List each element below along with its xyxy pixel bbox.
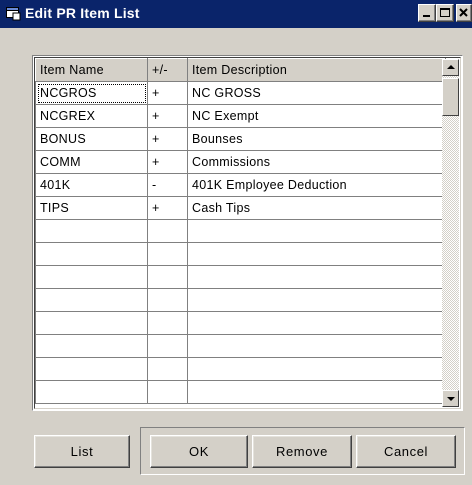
cell-item-description[interactable]: NC GROSS [187, 81, 446, 105]
cell-item-description[interactable]: Bounses [187, 127, 446, 151]
header-row: Item Name +/- Item Description [35, 58, 446, 82]
table-row[interactable]: COMM + Commissions [35, 150, 446, 174]
cell-item-description[interactable] [187, 380, 446, 404]
window-title: Edit PR Item List [25, 5, 140, 21]
vertical-scrollbar[interactable] [442, 59, 459, 407]
cell-sign[interactable] [147, 242, 188, 266]
table-row[interactable]: NCGROS + NC GROSS [35, 81, 446, 105]
cell-sign[interactable]: + [147, 196, 188, 220]
minimize-button[interactable] [418, 4, 436, 22]
minimize-icon [423, 15, 430, 17]
arrow-down-icon [447, 397, 455, 401]
list-button[interactable]: List [34, 435, 130, 468]
table-row[interactable] [35, 334, 446, 358]
column-header-item-name[interactable]: Item Name [35, 58, 148, 82]
cell-item-name[interactable] [35, 219, 148, 243]
cell-item-description[interactable] [187, 288, 446, 312]
cell-item-name[interactable]: NCGROS [35, 81, 148, 105]
cell-item-name[interactable] [35, 242, 148, 266]
scroll-up-button[interactable] [442, 59, 459, 76]
table-row[interactable] [35, 357, 446, 381]
cell-item-description[interactable] [187, 242, 446, 266]
cell-item-name[interactable] [35, 311, 148, 335]
cell-item-description[interactable]: Commissions [187, 150, 446, 174]
table-row[interactable] [35, 311, 446, 335]
scroll-down-button[interactable] [442, 390, 459, 407]
cell-sign[interactable] [147, 380, 188, 404]
cell-item-description[interactable] [187, 219, 446, 243]
title-bar[interactable]: Edit PR Item List [0, 0, 472, 28]
cell-sign[interactable]: + [147, 81, 188, 105]
table-row[interactable] [35, 219, 446, 243]
cell-sign[interactable] [147, 357, 188, 381]
table-row[interactable]: TIPS + Cash Tips [35, 196, 446, 220]
remove-button[interactable]: Remove [252, 435, 352, 468]
app-icon [6, 7, 21, 21]
cell-item-description[interactable]: NC Exempt [187, 104, 446, 128]
cell-item-name[interactable] [35, 380, 148, 404]
close-icon [459, 8, 468, 17]
cell-sign[interactable] [147, 334, 188, 358]
scroll-thumb[interactable] [442, 78, 459, 116]
table-row[interactable] [35, 288, 446, 312]
column-header-sign[interactable]: +/- [147, 58, 188, 82]
cell-item-name[interactable]: BONUS [35, 127, 148, 151]
table-row[interactable]: BONUS + Bounses [35, 127, 446, 151]
cell-item-name[interactable]: COMM [35, 150, 148, 174]
table-row[interactable]: NCGREX + NC Exempt [35, 104, 446, 128]
arrow-up-icon [447, 65, 455, 69]
table-row[interactable] [35, 265, 446, 289]
cell-sign[interactable] [147, 219, 188, 243]
table-row[interactable] [35, 242, 446, 266]
cell-sign[interactable]: + [147, 150, 188, 174]
cell-sign[interactable]: + [147, 127, 188, 151]
cell-item-description[interactable] [187, 311, 446, 335]
ok-button[interactable]: OK [150, 435, 248, 468]
cancel-button[interactable]: Cancel [356, 435, 456, 468]
cell-item-description[interactable] [187, 357, 446, 381]
cell-sign[interactable] [147, 311, 188, 335]
cell-item-name[interactable]: TIPS [35, 196, 148, 220]
cell-sign[interactable]: - [147, 173, 188, 197]
cell-item-name[interactable]: NCGREX [35, 104, 148, 128]
cell-item-description[interactable]: Cash Tips [187, 196, 446, 220]
cell-item-name[interactable] [35, 357, 148, 381]
cell-item-name[interactable] [35, 288, 148, 312]
column-header-item-description[interactable]: Item Description [187, 58, 446, 82]
cell-item-name[interactable] [35, 265, 148, 289]
cell-item-description[interactable] [187, 334, 446, 358]
maximize-button[interactable] [436, 4, 454, 22]
cell-item-description[interactable]: 401K Employee Deduction [187, 173, 446, 197]
table-row[interactable]: 401K - 401K Employee Deduction [35, 173, 446, 197]
close-button[interactable] [456, 4, 472, 22]
table-row[interactable] [35, 380, 446, 404]
item-grid[interactable]: Item Name +/- Item Description NCGROS + … [32, 55, 463, 411]
cell-sign[interactable] [147, 288, 188, 312]
cell-item-name[interactable] [35, 334, 148, 358]
cell-sign[interactable]: + [147, 104, 188, 128]
item-table: Item Name +/- Item Description NCGROS + … [35, 58, 446, 404]
cell-item-description[interactable] [187, 265, 446, 289]
cell-item-name[interactable]: 401K [35, 173, 148, 197]
maximize-icon [440, 8, 450, 17]
cell-sign[interactable] [147, 265, 188, 289]
